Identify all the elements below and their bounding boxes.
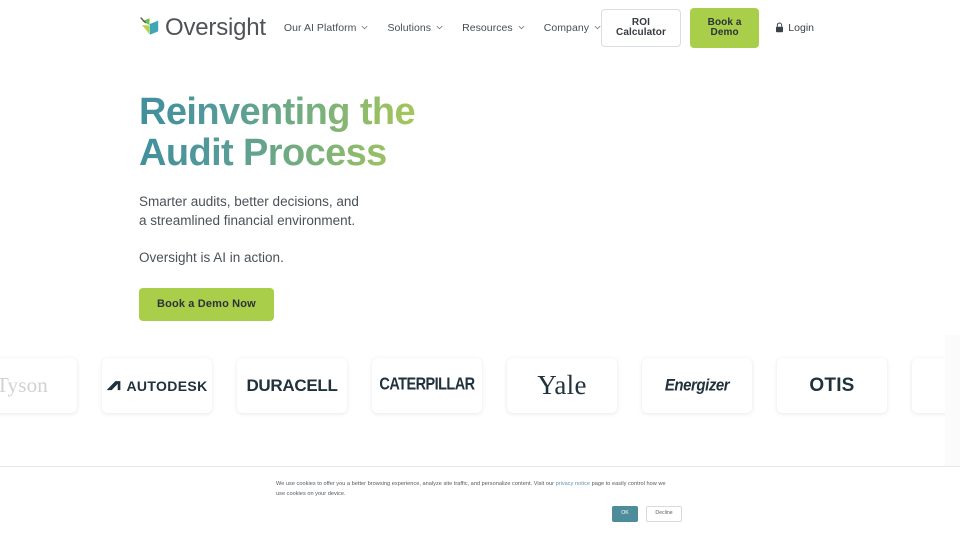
logo-card-otis[interactable]: OTIS [777,358,887,413]
autodesk-logo: AUTODESK [106,379,207,393]
cookie-consent-banner: We use cookies to offer you a better bro… [0,466,960,540]
login-label: Login [788,21,814,34]
oversight-leaf-mark-icon [139,16,161,40]
tyson-logo: Tyson [0,373,49,397]
main-navigation: Our AI Platform Solutions Resources Comp… [284,22,601,34]
yale-logo: Yale [537,370,587,400]
customer-logo-carousel: Tyson AUTODESK DURACELL CATERPILLAR Yale… [0,335,960,466]
page-title: Reinventing the Audit Process [139,92,479,174]
hero-tagline: Oversight is AI in action. [139,250,284,266]
logo-card-tyson[interactable]: Tyson [0,358,77,413]
energizer-logo: Energizer [664,376,730,395]
privacy-notice-link[interactable]: privacy notice [556,481,590,487]
book-a-demo-now-button[interactable]: Book a Demo Now [139,287,274,321]
duracell-logo: DURACELL [246,376,338,395]
brand-name: Oversight [165,13,266,41]
autodesk-wordmark: AUTODESK [126,377,208,394]
logo-track[interactable]: Tyson AUTODESK DURACELL CATERPILLAR Yale… [0,358,960,413]
carousel-fade-edge [945,335,960,466]
nav-item-solutions[interactable]: Solutions [387,22,443,34]
caterpillar-logo: CATERPILLAR [379,375,475,395]
logo-card-energizer[interactable]: Energizer [642,358,752,413]
brand-logo[interactable]: Oversight [139,13,266,41]
hero-subtitle: Smarter audits, better decisions, and a … [139,194,359,228]
cookie-decline-button[interactable]: Decline [646,506,682,522]
logo-card-caterpillar[interactable]: CATERPILLAR [372,358,482,413]
nav-label: Solutions [387,21,432,34]
cookie-consent-text: We use cookies to offer you a better bro… [276,480,676,499]
logo-card-yale[interactable]: Yale [507,358,617,413]
cookie-accept-button[interactable]: OK [612,506,638,522]
logo-card-duracell[interactable]: DURACELL [237,358,347,413]
nav-item-company[interactable]: Company [544,22,601,34]
cookie-text-part-1: We use cookies to offer you a better bro… [276,481,556,487]
nav-label: Resources [462,21,513,34]
cookie-banner-actions: OK Decline [612,506,682,522]
nav-label: Our AI Platform [283,21,357,34]
hero-section: Reinventing the Audit Process Smarter au… [0,55,960,335]
otis-logo: OTIS [809,375,855,396]
nav-item-resources[interactable]: Resources [462,22,525,34]
site-header: Oversight Our AI Platform Solutions Reso… [0,0,960,55]
logo-card-autodesk[interactable]: AUTODESK [102,358,212,413]
hero-title-line-1: Reinventing the [139,91,416,133]
nav-item-our-ai-platform[interactable]: Our AI Platform [284,22,369,34]
chevron-down-icon [518,24,525,31]
autodesk-mark-icon [106,380,121,391]
roi-calculator-button[interactable]: ROI Calculator [601,8,681,47]
chevron-down-icon [436,24,443,31]
login-link[interactable]: Login [775,22,814,34]
nav-label: Company [543,21,590,34]
chevron-down-icon [594,24,601,31]
header-actions: ROI Calculator Book a Demo Login [601,7,814,48]
chevron-down-icon [361,24,368,31]
hero-title-line-2: Audit Process [139,132,387,175]
lock-icon [775,22,784,33]
book-a-demo-button[interactable]: Book a Demo [689,7,760,48]
